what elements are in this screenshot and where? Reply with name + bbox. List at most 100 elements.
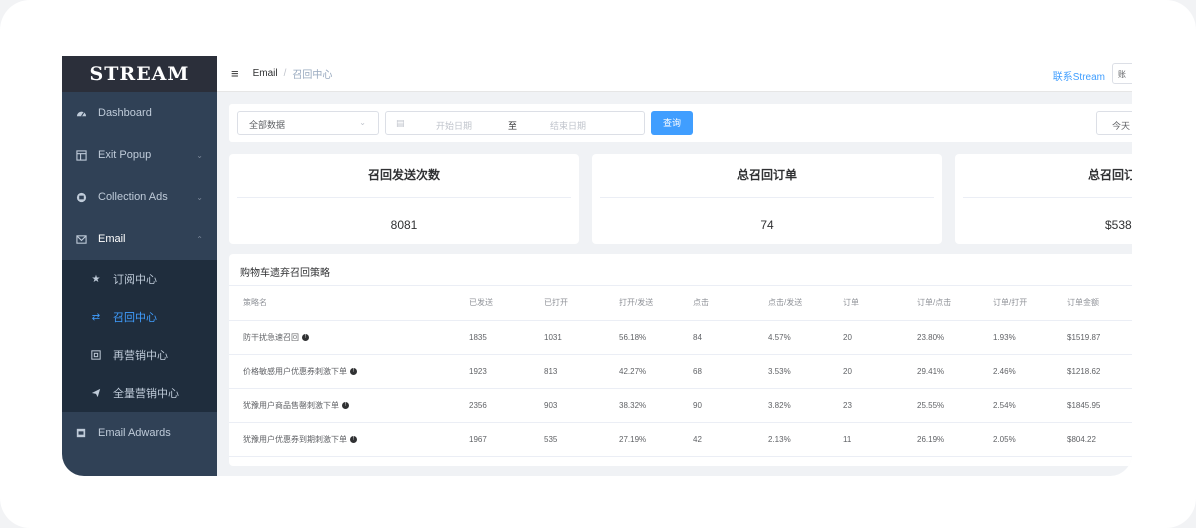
data-scope-select[interactable]: 全部数据 ⌄ bbox=[237, 111, 379, 135]
table-cell: $804.22 bbox=[1067, 422, 1132, 457]
table-cell: 42.27% bbox=[619, 354, 693, 389]
strategy-name: 犹豫用户优惠券到期刺激下单 bbox=[243, 434, 347, 444]
logo: STREAM bbox=[62, 56, 217, 92]
sidebar-item-collection-ads[interactable]: Collection Ads ⌄ bbox=[62, 176, 217, 218]
stat-title: 总召回订单 bbox=[736, 168, 797, 182]
chevron-down-icon: ⌄ bbox=[196, 192, 203, 202]
sidebar-item-email[interactable]: Email ⌃ bbox=[62, 218, 217, 260]
table-cell: 23 bbox=[843, 388, 917, 423]
range-separator: 至 bbox=[508, 121, 518, 131]
table-cell: 90 bbox=[693, 388, 768, 423]
strategy-name: 价格敏感用户优惠券刺激下单 bbox=[243, 366, 347, 376]
sidebar-item-label: Email Adwards bbox=[98, 427, 171, 439]
table-header-row: 策略名 已发送 已打开 打开/发送 点击 点击/发送 订单 订单/点击 订单/打… bbox=[229, 286, 1132, 321]
breadcrumb-root[interactable]: Email bbox=[253, 68, 278, 79]
popup-icon bbox=[75, 149, 87, 161]
dashboard-icon bbox=[75, 107, 87, 119]
table-title: 购物车遗弃召回策略 bbox=[229, 254, 1132, 286]
stat-card-recall-amount: 总召回订单金额 $5388.66 bbox=[955, 154, 1132, 244]
table-cell: $1218.62 bbox=[1067, 354, 1132, 389]
table-cell: 535 bbox=[544, 422, 619, 457]
table-cell: 2.46% bbox=[993, 354, 1067, 389]
sidebar-item-full-marketing-center[interactable]: 全量营销中心 bbox=[62, 374, 217, 412]
table-cell: 2356 bbox=[469, 388, 544, 423]
table-cell: 11 bbox=[843, 422, 917, 457]
table-cell: 38.32% bbox=[619, 388, 693, 423]
breadcrumb-current: 召回中心 bbox=[292, 70, 333, 81]
email-submenu: ★ 订阅中心 ⇄ 召回中心 再营销中心 全量营销中心 bbox=[62, 260, 217, 412]
table-row[interactable]: 价格敏感用户优惠券刺激下单! 1923 813 42.27% 68 3.53% … bbox=[229, 354, 1132, 389]
filter-bar: 全部数据 ⌄ ▤ 开始日期 至 结束日期 查询 今天 bbox=[229, 104, 1132, 142]
table-row[interactable]: 防干扰急速召回! 1835 1031 56.18% 84 4.57% 20 23… bbox=[229, 320, 1132, 355]
chevron-down-icon: ⌄ bbox=[359, 118, 366, 127]
send-icon bbox=[90, 387, 102, 399]
main-content: ≡ Email / 召回中心 联系Stream 账 全部数据 ⌄ ▤ 开始日期 … bbox=[217, 56, 1132, 476]
table-cell: 27.19% bbox=[619, 422, 693, 457]
stat-card-recall-sends: 召回发送次数 8081 bbox=[229, 154, 579, 244]
sidebar-item-label: Email bbox=[98, 233, 126, 245]
chevron-up-icon: ⌃ bbox=[196, 234, 203, 244]
sidebar-item-subscription-center[interactable]: ★ 订阅中心 bbox=[62, 260, 217, 298]
table-cell: 犹豫用户优惠券到期刺激下单! bbox=[229, 422, 469, 457]
info-icon[interactable]: ! bbox=[342, 401, 349, 409]
end-date-input[interactable]: 结束日期 bbox=[550, 119, 586, 132]
stat-card-recall-orders: 总召回订单 74 bbox=[592, 154, 942, 244]
column-header: 已发送 bbox=[469, 286, 544, 321]
sidebar-item-label: 订阅中心 bbox=[113, 274, 157, 286]
menu-toggle-icon[interactable]: ≡ bbox=[231, 66, 239, 81]
column-header: 已打开 bbox=[544, 286, 619, 321]
contact-stream-link[interactable]: 联系Stream bbox=[1053, 68, 1105, 83]
table-cell: 价格敏感用户优惠券刺激下单! bbox=[229, 354, 469, 389]
table-cell: 68 bbox=[693, 354, 768, 389]
table-cell: 20 bbox=[843, 320, 917, 355]
table-cell: 84 bbox=[693, 320, 768, 355]
table-cell: 犹豫用户商品售罄刺激下单! bbox=[229, 388, 469, 423]
account-button[interactable]: 账 bbox=[1112, 63, 1132, 84]
date-range-picker[interactable]: ▤ 开始日期 至 结束日期 bbox=[385, 111, 645, 135]
sidebar: STREAM Dashboard Exit Popup ⌄ Collection… bbox=[62, 56, 217, 476]
sidebar-item-remarketing-center[interactable]: 再营销中心 bbox=[62, 336, 217, 374]
divider bbox=[600, 197, 934, 198]
sidebar-item-email-adwards[interactable]: Email Adwards bbox=[62, 412, 217, 454]
top-header: ≡ Email / 召回中心 联系Stream 账 bbox=[217, 56, 1132, 92]
table-cell: 903 bbox=[544, 388, 619, 423]
column-header: 点击 bbox=[693, 286, 768, 321]
table-row[interactable]: 犹豫用户商品售罄刺激下单! 2356 903 38.32% 90 3.82% 2… bbox=[229, 388, 1132, 423]
table-cell: 3.82% bbox=[768, 388, 843, 423]
strategy-table: 策略名 已发送 已打开 打开/发送 点击 点击/发送 订单 订单/点击 订单/打… bbox=[229, 286, 1132, 457]
sidebar-item-recall-center[interactable]: ⇄ 召回中心 bbox=[62, 298, 217, 336]
stat-title: 总召回订单金额 bbox=[1087, 168, 1132, 182]
breadcrumb-separator: / bbox=[283, 68, 287, 79]
today-button[interactable]: 今天 bbox=[1096, 111, 1132, 135]
mail-icon bbox=[75, 233, 87, 245]
table-cell: 1967 bbox=[469, 422, 544, 457]
table-cell: 2.13% bbox=[768, 422, 843, 457]
table-cell: 56.18% bbox=[619, 320, 693, 355]
table-cell: 防干扰急速召回! bbox=[229, 320, 469, 355]
table-cell: 813 bbox=[544, 354, 619, 389]
info-icon[interactable]: ! bbox=[350, 435, 357, 443]
sidebar-item-dashboard[interactable]: Dashboard bbox=[62, 92, 217, 134]
table-cell: 29.41% bbox=[917, 354, 993, 389]
table-cell: $1519.87 bbox=[1067, 320, 1132, 355]
strategy-name: 犹豫用户商品售罄刺激下单 bbox=[243, 400, 339, 410]
sidebar-item-label: Dashboard bbox=[98, 107, 152, 119]
retarget-icon bbox=[90, 349, 102, 361]
column-header: 订单/打开 bbox=[993, 286, 1067, 321]
table-cell: 2.54% bbox=[993, 388, 1067, 423]
table-cell: 20 bbox=[843, 354, 917, 389]
info-icon[interactable]: ! bbox=[302, 333, 309, 341]
start-date-input[interactable]: 开始日期 bbox=[436, 119, 472, 132]
info-icon[interactable]: ! bbox=[350, 367, 357, 375]
column-header: 打开/发送 bbox=[619, 286, 693, 321]
table-row[interactable]: 犹豫用户优惠券到期刺激下单! 1967 535 27.19% 42 2.13% … bbox=[229, 422, 1132, 457]
query-button[interactable]: 查询 bbox=[651, 111, 693, 135]
screenshot-frame: STREAM Dashboard Exit Popup ⌄ Collection… bbox=[0, 0, 1196, 528]
table-cell: 25.55% bbox=[917, 388, 993, 423]
column-header: 订单金额 bbox=[1067, 286, 1132, 321]
select-value: 全部数据 bbox=[249, 120, 286, 130]
table-cell: 42 bbox=[693, 422, 768, 457]
table-cell: 26.19% bbox=[917, 422, 993, 457]
app-window: STREAM Dashboard Exit Popup ⌄ Collection… bbox=[62, 56, 1132, 476]
sidebar-item-exit-popup[interactable]: Exit Popup ⌄ bbox=[62, 134, 217, 176]
